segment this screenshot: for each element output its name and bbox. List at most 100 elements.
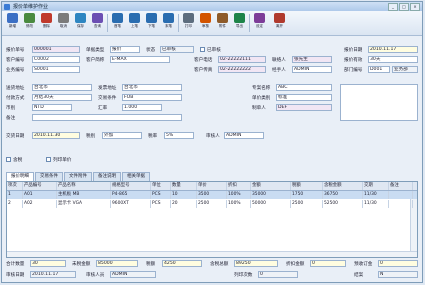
amt-total-label: 未税金额 <box>72 262 91 267</box>
audit-button[interactable]: 审核 <box>198 13 213 33</box>
print-count-field: 0 <box>258 271 298 278</box>
column-header[interactable]: 规格型号 <box>111 182 151 190</box>
sales-no-field[interactable]: S0001 <box>32 66 80 73</box>
table-cell: 35000 <box>251 191 291 199</box>
table-cell: 9600XT <box>111 200 151 208</box>
audit-checkbox[interactable] <box>200 47 205 52</box>
column-header[interactable]: 产品名称 <box>57 182 111 190</box>
exit-icon <box>274 13 285 23</box>
edit-label: 修改 <box>26 24 33 28</box>
table-cell: P4-865 <box>111 191 151 199</box>
new-button[interactable]: 新增 <box>5 13 20 33</box>
audit-person-field[interactable]: ADMIN <box>224 132 264 139</box>
minimize-button[interactable]: _ <box>388 2 398 11</box>
tab-1[interactable]: 交易条件 <box>35 172 63 181</box>
tax-label: 税别 <box>86 134 96 139</box>
column-header[interactable]: 产品编号 <box>23 182 57 190</box>
inv-addr-field[interactable]: 台北市 <box>122 84 182 91</box>
table-row[interactable]: 1 A01 主机板 MB P4-865 PCS 10 3500 100% 35000 1750 36… <box>7 191 417 199</box>
tax-total-label: 税额 <box>146 262 156 267</box>
quote-no-label: 报价单号 <box>6 48 25 53</box>
column-header[interactable]: 税额 <box>291 182 323 190</box>
cust-no-label: 客户编号 <box>6 58 25 63</box>
inv-addr-label: 发票地址 <box>98 86 117 91</box>
attach-label: 附件 <box>219 24 226 28</box>
print-price-checkbox[interactable] <box>46 157 51 162</box>
ship-addr-field[interactable]: 台北市 <box>32 84 92 91</box>
cur-label: 币别 <box>6 106 16 111</box>
cur-field[interactable]: NTD <box>32 104 72 111</box>
table-row[interactable]: 2 A02 显示卡 VGA 9600XT PCS 20 2500 100% 50000 2500 5… <box>7 200 417 208</box>
column-header[interactable]: 单价 <box>197 182 227 190</box>
attach-button[interactable]: 附件 <box>215 13 230 33</box>
tab-0[interactable]: 报价明细 <box>6 172 34 181</box>
next-button[interactable]: 下笔 <box>144 13 159 33</box>
column-header[interactable]: 交期 <box>363 182 389 190</box>
query-button[interactable]: 查询 <box>90 13 105 33</box>
settings-button[interactable]: 设定 <box>252 13 267 33</box>
maximize-button[interactable]: □ <box>399 2 409 11</box>
tab-2[interactable]: 文件附件 <box>64 172 92 181</box>
disc-total-label: 折扣金额 <box>286 262 305 267</box>
column-header[interactable]: 金额 <box>251 182 291 190</box>
tax-field[interactable]: 外加 <box>102 132 142 139</box>
edit-button[interactable]: 修改 <box>22 13 37 33</box>
proj-field[interactable]: ABC <box>276 84 332 91</box>
grid-horizontal-scrollbar[interactable] <box>7 251 417 257</box>
audit-date-label: 审核日期 <box>6 273 25 278</box>
column-header[interactable]: 折扣 <box>227 182 251 190</box>
delete-button[interactable]: 删除 <box>39 13 54 33</box>
close-button[interactable]: × <box>410 2 420 11</box>
table-cell: PCS <box>151 191 171 199</box>
query-label: 查询 <box>94 24 101 28</box>
cond-field[interactable]: FOB <box>122 94 182 101</box>
fax-field[interactable]: 02-22222222 <box>218 66 266 73</box>
cancel-button[interactable]: 取消 <box>56 13 71 33</box>
print-button[interactable]: 打印 <box>181 13 196 33</box>
deposit-label: 预收订金 <box>354 262 373 267</box>
quote-date-field[interactable]: 2010.11.17 <box>368 46 418 53</box>
exit-button[interactable]: 离开 <box>272 13 287 33</box>
column-header[interactable]: 备注 <box>389 182 413 190</box>
maker-field[interactable]: DEF <box>276 104 332 111</box>
remark-field[interactable] <box>32 114 182 121</box>
attach-icon <box>217 13 228 23</box>
deliver-field[interactable]: 2010.11.30 <box>32 132 80 139</box>
phone-field[interactable]: 02-22222111 <box>218 56 266 63</box>
memo-box[interactable] <box>340 84 418 121</box>
tax-rate-field[interactable]: 5% <box>164 132 194 139</box>
grand-total-label: 含税总额 <box>210 262 229 267</box>
table-cell: 主机板 MB <box>57 191 111 199</box>
pay-field[interactable]: 月结30天 <box>32 94 92 101</box>
prev-button[interactable]: 上笔 <box>127 13 142 33</box>
column-header[interactable]: 数量 <box>171 182 197 190</box>
person-field[interactable]: ADMIN <box>292 66 332 73</box>
cust-short-field[interactable]: E-MAX <box>110 56 170 63</box>
proj-label: 专案名称 <box>252 86 271 91</box>
delete-label: 删除 <box>43 24 50 28</box>
quote-no-field[interactable]: 000001 <box>32 46 80 53</box>
contact-field[interactable]: 张先生 <box>292 56 332 63</box>
quote-date-label: 报价日期 <box>344 48 363 53</box>
tab-3[interactable]: 备注说明 <box>93 172 121 181</box>
first-button[interactable]: 首笔 <box>110 13 125 33</box>
save-button[interactable]: 保存 <box>73 13 88 33</box>
column-header[interactable]: 单位 <box>151 182 171 190</box>
new-icon <box>7 13 18 23</box>
doc-type-field[interactable]: 报价 <box>110 46 140 53</box>
tab-4[interactable]: 相关单据 <box>122 172 150 181</box>
table-cell: 100% <box>227 200 251 208</box>
price-kind-field[interactable]: 标准 <box>276 94 332 101</box>
table-cell: 50000 <box>251 200 291 208</box>
cust-no-field[interactable]: C0002 <box>32 56 80 63</box>
column-header[interactable]: 项次 <box>7 182 23 190</box>
last-button[interactable]: 末笔 <box>161 13 176 33</box>
rate-field[interactable]: 1.000 <box>122 104 162 111</box>
column-header[interactable]: 含税金额 <box>323 182 363 190</box>
tax-included-checkbox[interactable] <box>6 157 11 162</box>
cancel-label: 取消 <box>60 24 67 28</box>
valid-field[interactable]: 30天 <box>368 56 418 63</box>
exit-label: 离开 <box>276 24 283 28</box>
dept-field[interactable]: D001 <box>368 66 390 73</box>
export-button[interactable]: 导出 <box>232 13 247 33</box>
